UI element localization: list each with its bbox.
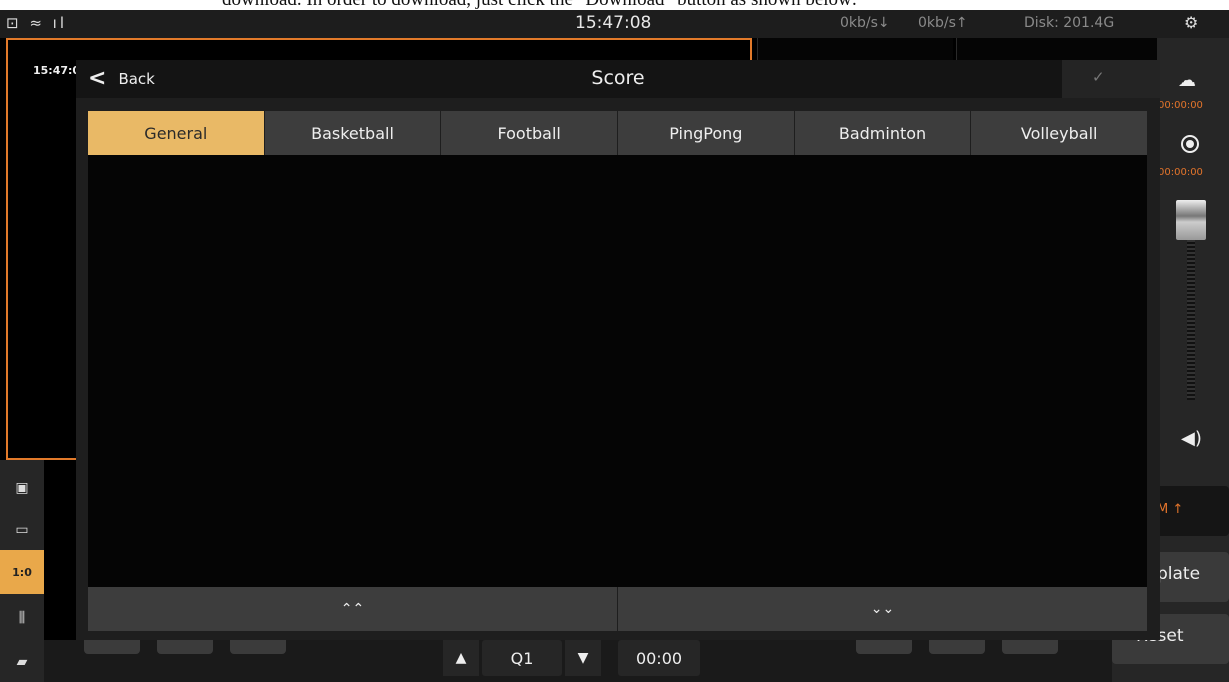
status-bar: ⊡ ≈ ıl 15:47:08 0kb/s↓ 0kb/s↑ Disk: 201.… bbox=[0, 10, 1229, 38]
checkmark-icon: ✓ bbox=[1092, 68, 1105, 86]
document-text: download. In order to download, just cli… bbox=[222, 0, 857, 10]
score-slot-3[interactable] bbox=[230, 640, 286, 654]
tab-volleyball[interactable]: Volleyball bbox=[971, 111, 1148, 155]
cloud-stream-icon[interactable]: ☁ bbox=[1178, 70, 1196, 91]
picture-in-picture-icon[interactable]: ▭ bbox=[0, 508, 44, 552]
tab-general[interactable]: General bbox=[88, 111, 265, 155]
document-text-strip: download. In order to download, just cli… bbox=[0, 0, 1229, 10]
source-thumbnail-2[interactable] bbox=[956, 38, 1157, 60]
record-icon[interactable] bbox=[1181, 135, 1199, 153]
score-dialog: < Back Score ✓ General Basketball Footba… bbox=[76, 60, 1160, 640]
tab-football[interactable]: Football bbox=[441, 111, 619, 155]
folder-icon[interactable]: ▰ bbox=[0, 640, 44, 682]
template-label: plate bbox=[1157, 564, 1201, 584]
scoreboard-template-list[interactable] bbox=[88, 155, 1147, 587]
audio-mixer-icon[interactable]: ⫼ bbox=[0, 596, 44, 640]
sport-tabs: General Basketball Football PingPong Bad… bbox=[88, 111, 1148, 155]
connection-status-icons: ⊡ ≈ ıl bbox=[6, 14, 68, 32]
tab-basketball[interactable]: Basketball bbox=[264, 111, 442, 155]
scroll-down-button[interactable]: ⌄⌄ bbox=[618, 587, 1147, 631]
settings-gear-icon[interactable]: ⚙ bbox=[1184, 13, 1198, 32]
double-chevron-up-icon: ⌃⌃ bbox=[340, 601, 365, 617]
confirm-button[interactable]: ✓ bbox=[1062, 60, 1160, 98]
quarter-down-button[interactable]: ▼ bbox=[565, 640, 601, 676]
dialog-title: Score bbox=[591, 67, 645, 89]
stream-up-label: M ↑ bbox=[1157, 502, 1184, 517]
volume-fader-knob[interactable] bbox=[1176, 200, 1206, 240]
double-chevron-down-icon: ⌄⌄ bbox=[870, 601, 895, 617]
speaker-icon[interactable]: ◀) bbox=[1181, 428, 1202, 449]
stream-timer: 00:00:00 bbox=[1158, 100, 1203, 111]
score-icon[interactable]: 1:0 bbox=[0, 550, 44, 594]
score-slot-1[interactable] bbox=[84, 640, 140, 654]
download-speed: 0kb/s↓ bbox=[840, 15, 890, 31]
score-slot-6[interactable] bbox=[1002, 640, 1058, 654]
game-timer[interactable]: 00:00 bbox=[618, 640, 700, 676]
tab-pingpong[interactable]: PingPong bbox=[618, 111, 795, 155]
score-slot-5[interactable] bbox=[929, 640, 985, 654]
upload-speed: 0kb/s↑ bbox=[918, 15, 968, 31]
record-timer: 00:00:00 bbox=[1158, 167, 1203, 178]
quarter-up-button[interactable]: ▲ bbox=[443, 640, 479, 676]
image-overlay-icon[interactable]: ▣ bbox=[0, 466, 44, 510]
preview-timestamp: 15:47:0 bbox=[33, 64, 81, 77]
scroll-up-button[interactable]: ⌃⌃ bbox=[88, 587, 617, 631]
left-toolbar: ▣ ▭ 1:0 ⫼ ▰ bbox=[0, 460, 44, 682]
score-slot-2[interactable] bbox=[157, 640, 213, 654]
status-clock: 15:47:08 bbox=[575, 13, 652, 33]
tab-badminton[interactable]: Badminton bbox=[794, 111, 972, 155]
source-thumbnail-1[interactable] bbox=[757, 38, 953, 60]
score-slot-4[interactable] bbox=[856, 640, 912, 654]
dialog-header: < Back Score ✓ bbox=[76, 60, 1160, 98]
disk-space: Disk: 201.4G bbox=[1024, 15, 1115, 31]
quarter-display: Q1 bbox=[482, 640, 562, 676]
scroll-controls: ⌃⌃ ⌄⌄ bbox=[88, 587, 1147, 631]
